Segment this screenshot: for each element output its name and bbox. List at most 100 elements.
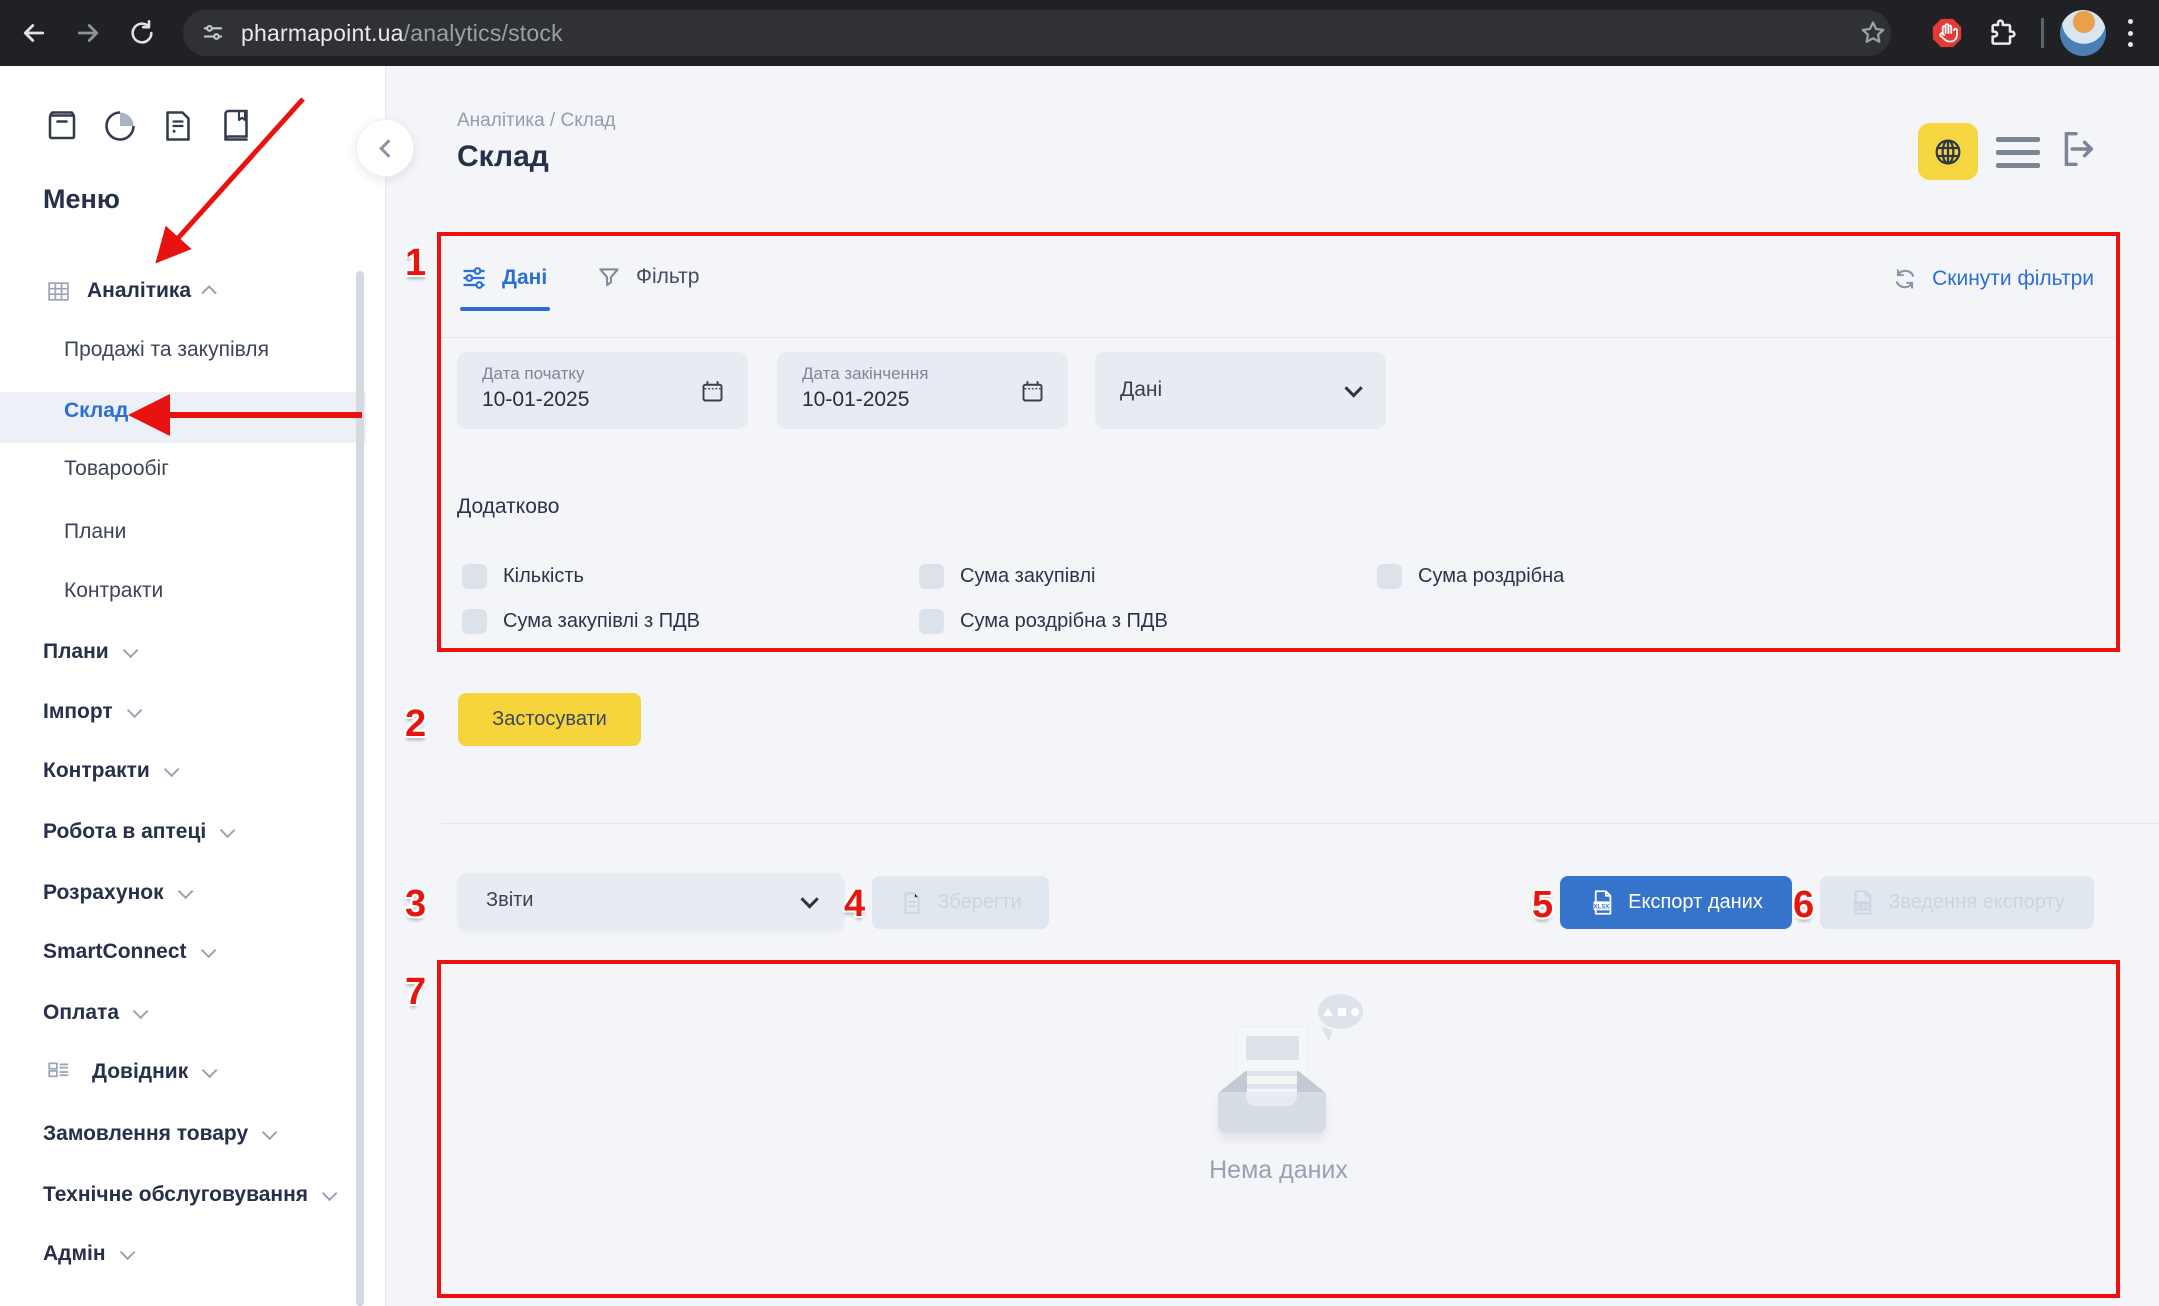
- checkbox-retail-sum[interactable]: Сума роздрібна: [1377, 563, 1564, 589]
- sidebar: Меню Аналітика Продажі та закупівля Скла…: [0, 66, 386, 1306]
- book-icon[interactable]: [218, 108, 254, 144]
- reports-select[interactable]: Звіти: [458, 873, 844, 931]
- results-panel-annotation-box: Нема даних: [437, 960, 2120, 1298]
- sidebar-group-directory[interactable]: Довідник: [46, 1059, 213, 1085]
- annotation-number-2: 2: [405, 703, 426, 746]
- checkbox-box[interactable]: [919, 564, 944, 589]
- checkbox-label: Сума закупівлі: [960, 565, 1095, 588]
- sidebar-item-turnover[interactable]: Товарообіг: [64, 457, 169, 481]
- data-select[interactable]: Дані: [1095, 352, 1386, 429]
- apply-button[interactable]: Застосувати: [458, 693, 641, 746]
- additional-label: Додатково: [457, 495, 559, 519]
- annotation-number-6: 6: [1793, 884, 1814, 927]
- checkbox-box[interactable]: [462, 609, 487, 634]
- export-data-button[interactable]: XLSX Експорт даних: [1560, 876, 1792, 929]
- save-button[interactable]: Зберегти: [872, 876, 1049, 929]
- url-text: pharmapoint.ua/analytics/stock: [241, 20, 563, 47]
- menu-toggle-button[interactable]: [1996, 137, 2040, 168]
- sidebar-active-row-highlight: [0, 392, 366, 443]
- back-icon: [19, 18, 49, 48]
- chevron-down-icon: [123, 642, 139, 658]
- sidebar-group-maintenance[interactable]: Технічне обслуговування: [43, 1183, 333, 1207]
- extensions-button[interactable]: [1980, 11, 2024, 55]
- sidebar-group-calculation[interactable]: Розрахунок: [43, 881, 189, 905]
- sidebar-group-import[interactable]: Імпорт: [43, 700, 138, 724]
- reload-icon: [128, 19, 156, 47]
- checkbox-purchase-sum[interactable]: Сума закупівлі: [919, 563, 1095, 589]
- checkbox-retail-sum-vat[interactable]: Сума роздрібна з ПДВ: [919, 608, 1168, 634]
- screen: pharmapoint.ua/analytics/stock Меню: [0, 0, 2159, 1306]
- sidebar-quick-icons: [44, 108, 254, 144]
- active-tab-underline: [460, 307, 550, 311]
- globe-icon: [1932, 136, 1964, 168]
- adblock-extension-button[interactable]: [1925, 11, 1969, 55]
- site-settings-icon: [199, 19, 227, 47]
- document-icon[interactable]: [160, 108, 196, 144]
- checkbox-quantity[interactable]: Кількість: [462, 563, 584, 589]
- tab-data-label: Дані: [502, 266, 547, 290]
- browser-menu-button[interactable]: [2128, 19, 2134, 47]
- sidebar-group-smartconnect[interactable]: SmartConnect: [43, 940, 212, 964]
- sidebar-menu-title: Меню: [43, 184, 120, 215]
- logout-button[interactable]: [2053, 126, 2099, 172]
- svg-text:XLSX: XLSX: [1854, 904, 1870, 910]
- sidebar-item-contracts[interactable]: Контракти: [64, 579, 163, 603]
- archive-box-icon[interactable]: [44, 108, 80, 144]
- sidebar-group-plans[interactable]: Плани: [43, 640, 134, 664]
- save-document-icon: [899, 890, 925, 916]
- sliders-icon: [460, 264, 488, 292]
- chevron-left-icon: [379, 139, 397, 157]
- sidebar-collapse-button[interactable]: [356, 119, 414, 177]
- star-icon: [1858, 18, 1888, 48]
- date-end-label: Дата закінчення: [802, 364, 929, 384]
- sidebar-item-stock[interactable]: Склад: [64, 399, 128, 423]
- chevron-down-icon: [322, 1185, 338, 1201]
- browser-profile-avatar[interactable]: [2060, 10, 2106, 56]
- reset-filters-button[interactable]: Скинути фільтри: [1892, 266, 2094, 292]
- breadcrumb[interactable]: Аналітика / Склад: [457, 110, 615, 132]
- sidebar-scrollbar[interactable]: [356, 271, 364, 1306]
- refresh-icon: [1892, 266, 1918, 292]
- browser-reload-button[interactable]: [120, 11, 164, 55]
- sidebar-group-payment[interactable]: Оплата: [43, 1001, 144, 1025]
- language-button[interactable]: [1918, 123, 1978, 180]
- sidebar-group-analytics[interactable]: Аналітика: [0, 271, 366, 311]
- logout-icon: [2053, 126, 2099, 172]
- chevron-down-icon: [133, 1003, 149, 1019]
- annotation-number-4: 4: [844, 883, 865, 926]
- chevron-down-icon: [127, 702, 143, 718]
- browser-back-button[interactable]: [12, 11, 56, 55]
- date-start-field[interactable]: Дата початку 10-01-2025: [457, 352, 748, 429]
- sidebar-item-plans[interactable]: Плани: [64, 520, 126, 544]
- forward-icon: [73, 18, 103, 48]
- sidebar-group-admin[interactable]: Адмін: [43, 1242, 131, 1266]
- toolbar-divider: [2041, 18, 2044, 48]
- date-end-field[interactable]: Дата закінчення 10-01-2025: [777, 352, 1068, 429]
- chevron-down-icon: [800, 890, 818, 908]
- bookmark-star-button[interactable]: [1851, 11, 1895, 55]
- tab-data[interactable]: Дані: [460, 264, 547, 292]
- checkbox-box[interactable]: [919, 609, 944, 634]
- grid-icon: [46, 279, 71, 304]
- date-start-value: 10-01-2025: [482, 388, 589, 412]
- checkbox-box[interactable]: [1377, 564, 1402, 589]
- url-bar[interactable]: pharmapoint.ua/analytics/stock: [183, 10, 1891, 56]
- sidebar-item-sales-purchases[interactable]: Продажі та закупівля: [64, 338, 269, 362]
- date-end-value: 10-01-2025: [802, 388, 909, 412]
- section-divider: [441, 823, 2159, 824]
- sidebar-group-product-orders[interactable]: Замовлення товару: [43, 1122, 273, 1146]
- checkbox-box[interactable]: [462, 564, 487, 589]
- chevron-down-icon: [200, 942, 216, 958]
- chevron-down-icon: [119, 1244, 135, 1260]
- date-start-label: Дата початку: [482, 364, 585, 384]
- checkbox-label: Сума закупівлі з ПДВ: [503, 610, 700, 633]
- url-path: /analytics/stock: [404, 20, 563, 46]
- sidebar-group-pharmacy-work[interactable]: Робота в аптеці: [43, 820, 231, 844]
- checkbox-purchase-sum-vat[interactable]: Сума закупівлі з ПДВ: [462, 608, 700, 634]
- tab-filter[interactable]: Фільтр: [596, 264, 699, 290]
- pie-chart-icon[interactable]: [102, 108, 138, 144]
- browser-forward-button[interactable]: [66, 11, 110, 55]
- sidebar-group-contracts[interactable]: Контракти: [43, 759, 175, 783]
- svg-text:XLSX: XLSX: [1594, 904, 1610, 910]
- export-summary-button[interactable]: XLSX Зведення експорту: [1820, 876, 2094, 929]
